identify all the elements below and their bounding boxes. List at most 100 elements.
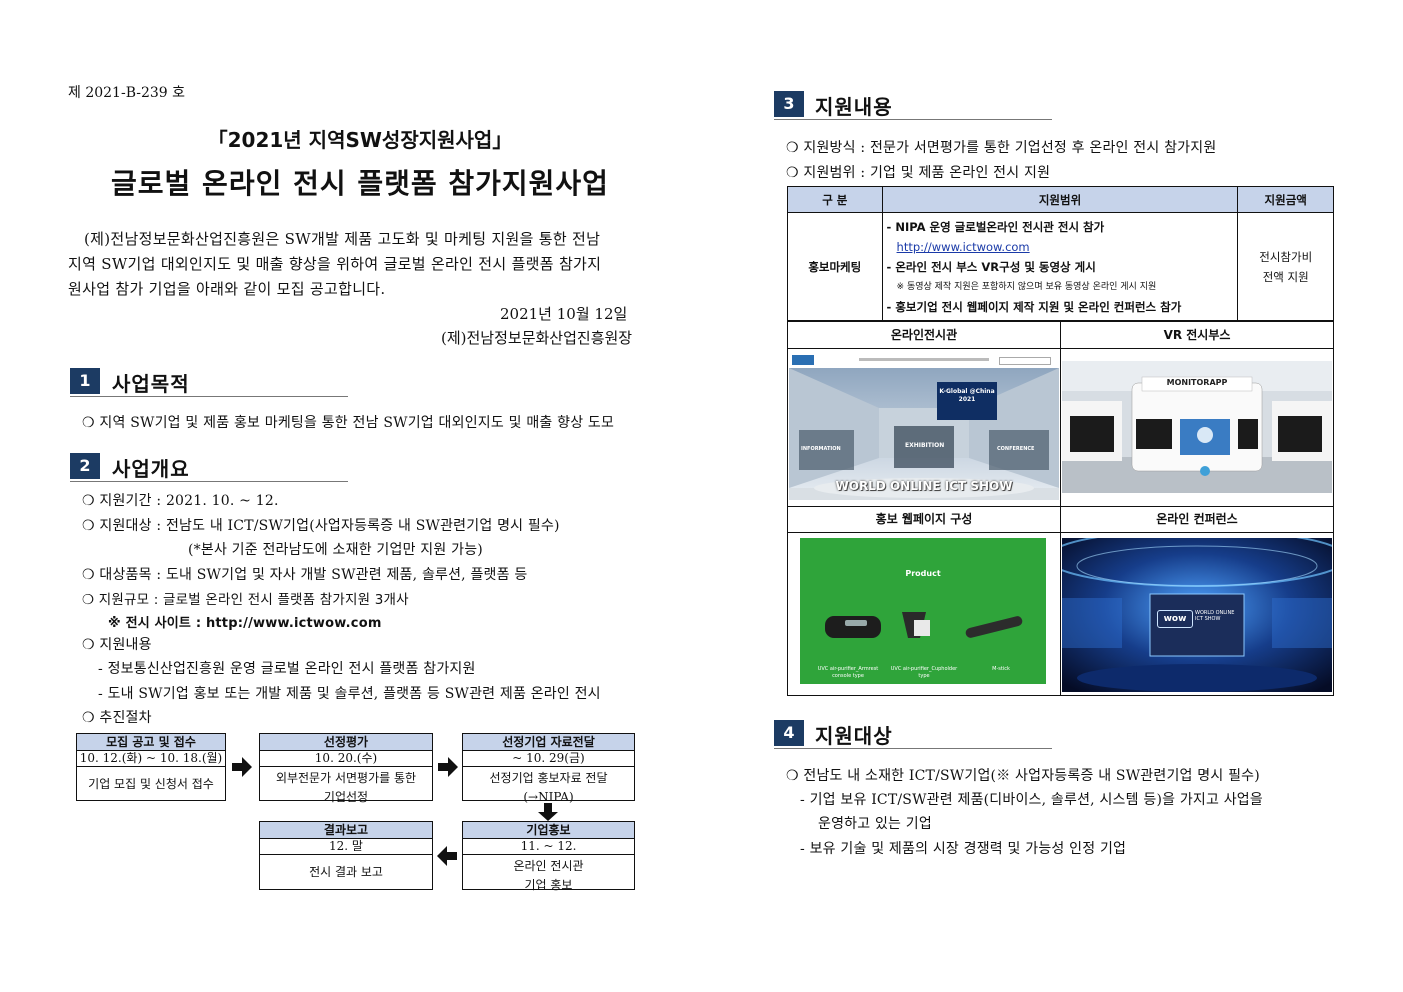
show-title: WORLD ONLINE ICT SHOW: [835, 479, 1013, 493]
flow-body-line: 외부전문가 서면평가를 통한: [275, 771, 417, 785]
section-2-title: 사업개요: [112, 457, 190, 481]
table-header: 지원범위: [881, 186, 1239, 213]
s4-item: - 기업 보유 ICT/SW관련 제품(디바이스, 솔루션, 시스템 등)을 가…: [800, 792, 1263, 808]
scope-note: ※ 동영상 제작 지원은 포함하지 않으며 보유 동영상 온라인 게시 지원: [896, 281, 1157, 292]
conference-text: WORLD ONLINE ICT SHOW: [1195, 610, 1235, 622]
s2-item: ❍ 대상품목 : 도내 SW기업 및 자사 개발 SW관련 제품, 솔루션, 플…: [82, 567, 528, 583]
flow-step-recruit: 모집 공고 및 접수 10. 12.(화) ~ 10. 18.(월) 기업 모집…: [76, 733, 226, 801]
flow-step-body: 선정기업 홍보자료 전달 (→NIPA): [463, 767, 634, 807]
flow-step-promotion: 기업홍보 11. ~ 12. 온라인 전시관 기업 홍보: [462, 821, 635, 892]
online-conference-image: wow WORLD ONLINE ICT SHOW: [1062, 538, 1332, 692]
grid-divider: [788, 348, 1333, 349]
hall-sign: EXHIBITION: [905, 442, 945, 449]
arrow-right-icon: [232, 757, 252, 777]
img-header: 홍보 웹페이지 구성: [875, 512, 973, 526]
s2-item: (*본사 기준 전라남도에 소재한 기업만 지원 가능): [188, 542, 483, 558]
row-label: 홍보마케팅: [787, 212, 883, 321]
issuer: (제)전남정보문화산업진흥원장: [441, 329, 633, 347]
scope-cell: - NIPA 운영 글로벌온라인 전시관 전시 참가 http://www.ic…: [881, 212, 1239, 321]
grid-divider: [788, 532, 1333, 533]
hall-sign: CONFERENCE: [997, 446, 1035, 452]
flow-body-line: 온라인 전시관: [513, 859, 584, 873]
intro-line2: 지역 SW기업 대외인지도 및 매출 향상을 위하여 글로벌 온라인 전시 플랫…: [68, 255, 602, 273]
product-label: M-stick: [992, 666, 1010, 672]
section-3-title: 지원내용: [815, 95, 893, 119]
intro-line3: 원사업 참가 기업을 아래와 같이 모집 공고합니다.: [68, 280, 386, 298]
flow-step-body: 외부전문가 서면평가를 통한 기업선정: [260, 767, 432, 807]
intro-line1: (제)전남정보문화산업진흥원은 SW개발 제품 고도화 및 마케팅 지원을 통한…: [84, 230, 601, 248]
site-nav-links: [859, 358, 989, 361]
page-title: 글로벌 온라인 전시 플랫폼 참가지원사업: [111, 167, 609, 200]
flow-step-date: 10. 20.(수): [260, 751, 432, 767]
scope-line: - 홍보기업 전시 웹페이지 제작 지원 및 온라인 컨퍼런스 참가: [886, 299, 1182, 314]
section-1-badge: 1: [70, 368, 100, 394]
promo-webpage-image: Product UVC air-purifier_Armrest console…: [800, 538, 1046, 684]
site-note: ※ 전시 사이트 : http://www.ictwow.com: [108, 616, 382, 631]
flow-step-head: 선정기업 자료전달: [463, 734, 634, 751]
s4-item: - 보유 기술 및 제품의 시장 경쟁력 및 가능성 인정 기업: [800, 841, 1127, 857]
img-header: 온라인전시관: [890, 328, 958, 342]
flow-body-line: 기업선정: [323, 790, 369, 804]
site-search: [999, 357, 1051, 365]
section-4-badge: 4: [774, 720, 804, 746]
product-label: UVC air-purifier_Armrest console type: [817, 666, 879, 679]
scope-link[interactable]: http://www.ictwow.com: [887, 237, 1234, 257]
scope-line: - NIPA 운영 글로벌온라인 전시관 전시 참가: [886, 219, 1105, 234]
flow-step-date: 12. 말: [260, 839, 432, 855]
title-line1: 「2021년 지역SW성장지원사업」: [207, 128, 513, 152]
table-header: 구 분: [787, 186, 883, 213]
section-4-underline: [774, 748, 1052, 749]
vr-brand: MONITORAPP: [1166, 378, 1228, 387]
s2-item: ❍ 지원기간 : 2021. 10. ~ 12.: [82, 493, 279, 509]
arrow-right-icon: [438, 757, 458, 777]
amount-line: 전액 지원: [1262, 269, 1309, 284]
section-2-badge: 2: [70, 453, 100, 479]
img-header: VR 전시부스: [1163, 328, 1231, 342]
section-2-underline: [70, 481, 348, 482]
announce-date: 2021년 10월 12일: [500, 305, 628, 323]
arrow-left-icon: [437, 846, 457, 866]
promo-title: Product: [905, 569, 941, 578]
arrow-down-icon: [538, 803, 558, 821]
flow-step-body: 온라인 전시관 기업 홍보: [463, 855, 634, 895]
s4-item: 운영하고 있는 기업: [818, 816, 932, 832]
s2-item: ❍ 지원규모 : 글로벌 온라인 전시 플랫폼 참가지원 3개사: [82, 592, 409, 608]
s2-item: ❍ 지원내용: [82, 637, 152, 653]
flow-body-line: 기업 홍보: [524, 878, 573, 892]
flow-step-head: 결과보고: [260, 822, 432, 839]
flow-step-head: 모집 공고 및 접수: [77, 734, 225, 751]
site-nav-bar: [789, 352, 1059, 369]
s1-item: ❍ 지역 SW기업 및 제품 홍보 마케팅을 통한 전남 SW기업 대외인지도 …: [82, 415, 615, 431]
section-3-underline: [774, 119, 1052, 120]
document-number: 제 2021-B-239 호: [68, 85, 186, 101]
image-grid: 온라인전시관 VR 전시부스 홍보 웹페이지 구성 온라인 컨퍼런스 K-Glo…: [787, 321, 1334, 696]
flow-body-line: 선정기업 홍보자료 전달: [489, 771, 608, 785]
wow-logo: wow: [1157, 610, 1193, 628]
s3-item: ❍ 지원방식 : 전문가 서면평가를 통한 기업선정 후 온라인 전시 참가지원: [786, 140, 1217, 156]
section-1-underline: [70, 396, 348, 397]
s3-item: ❍ 지원범위 : 기업 및 제품 온라인 전시 지원: [786, 165, 1051, 181]
flow-step-body: 전시 결과 보고: [309, 865, 383, 879]
flow-step-transfer: 선정기업 자료전달 ~ 10. 29(금) 선정기업 홍보자료 전달 (→NIP…: [462, 733, 635, 804]
site-logo: [792, 355, 814, 365]
section-1-title: 사업목적: [112, 372, 190, 396]
flow-step-evaluation: 선정평가 10. 20.(수) 외부전문가 서면평가를 통한 기업선정: [259, 733, 433, 804]
flow-step-head: 기업홍보: [463, 822, 634, 839]
hall-sign: INFORMATION: [801, 446, 841, 452]
vr-booth-image: MONITORAPP: [1062, 361, 1332, 493]
product-illustrations: [825, 612, 1023, 638]
scope-line: - 온라인 전시 부스 VR구성 및 동영상 게시: [886, 259, 1096, 274]
s2-item: ❍ 추진절차: [82, 710, 152, 726]
flow-step-date: 11. ~ 12.: [463, 839, 634, 855]
flow-step-date: ~ 10. 29(금): [463, 751, 634, 767]
online-exhibition-image: K-Global @China 2021 INFORMATION EXHIBIT…: [789, 352, 1059, 500]
support-table: 구 분 지원범위 지원금액 홍보마케팅 - NIPA 운영 글로벌온라인 전시관…: [787, 186, 1334, 321]
table-header: 지원금액: [1237, 186, 1334, 213]
product-label: UVC air-purifier_Cupholder type: [890, 666, 958, 679]
flow-step-date: 10. 12.(화) ~ 10. 18.(월): [77, 751, 225, 767]
img-header: 온라인 컨퍼런스: [1156, 512, 1238, 526]
section-3-badge: 3: [774, 91, 804, 117]
flow-step-body: 기업 모집 및 신청서 접수: [88, 777, 214, 791]
s2-item: ❍ 지원대상 : 전남도 내 ICT/SW기업(사업자등록증 내 SW관련기업 …: [82, 518, 560, 534]
s4-item: ❍ 전남도 내 소재한 ICT/SW기업(※ 사업자등록증 내 SW관련기업 명…: [786, 768, 1260, 784]
